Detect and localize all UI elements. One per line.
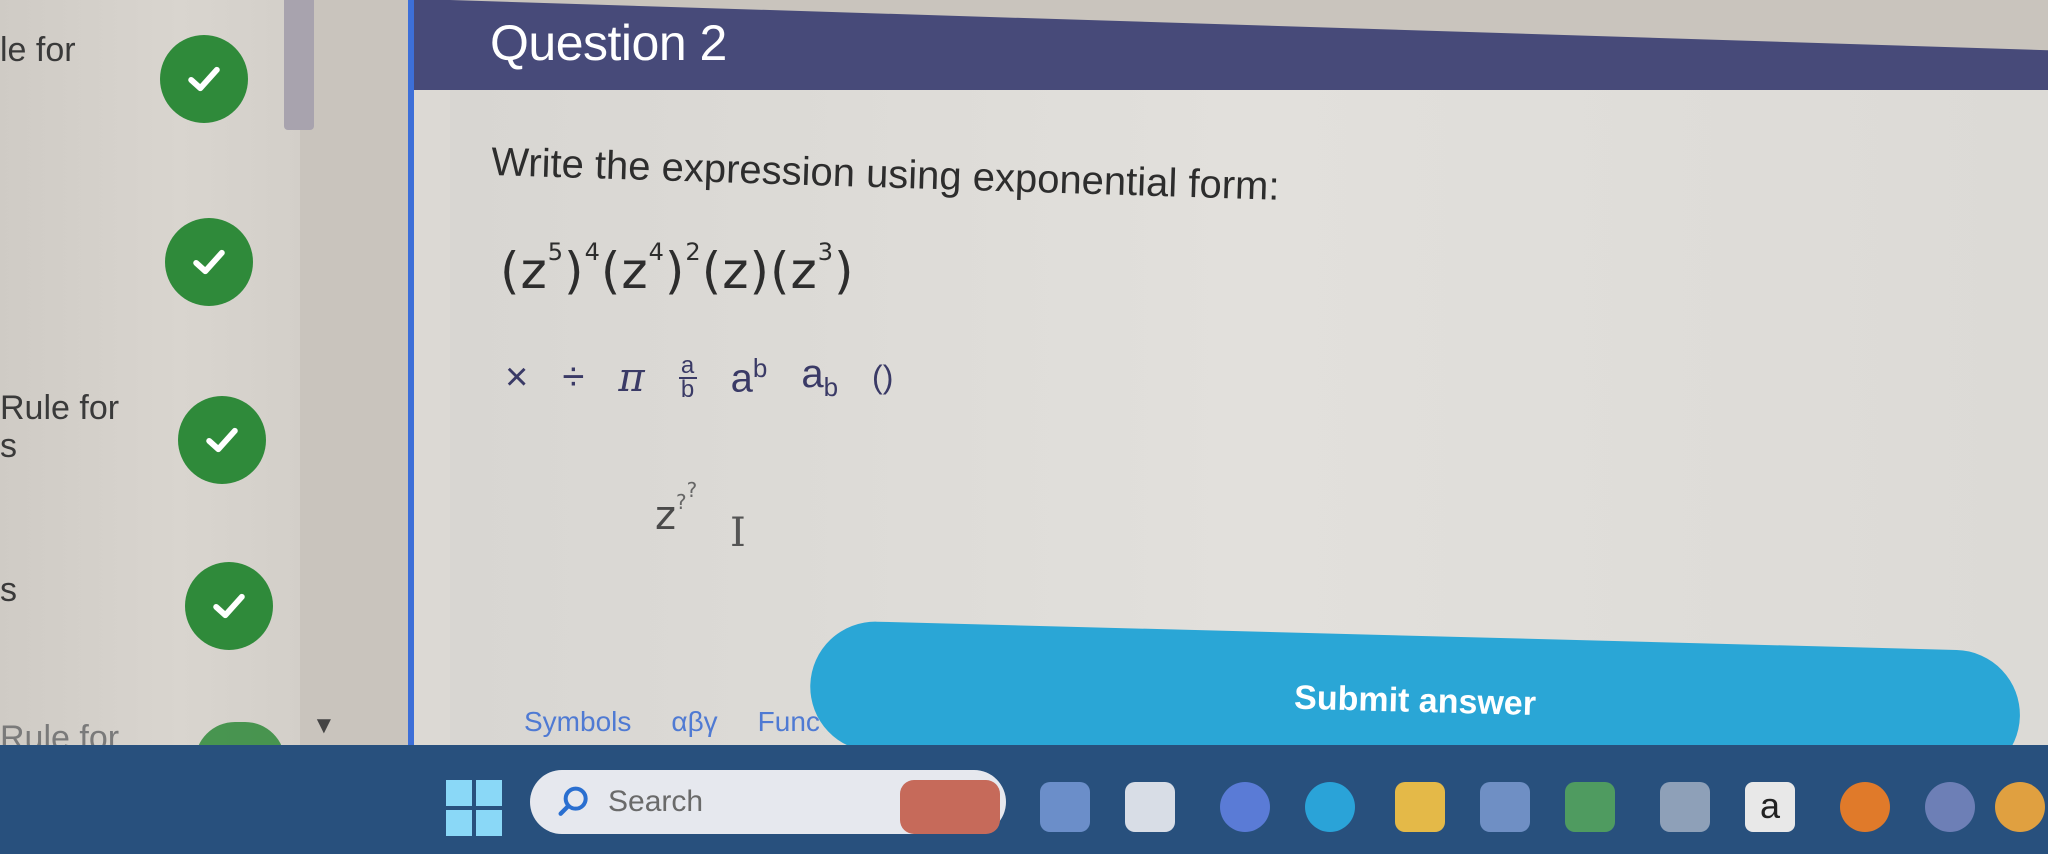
check-icon	[206, 427, 238, 453]
term-exponent: 4	[648, 238, 665, 266]
search-icon	[558, 786, 588, 816]
widget-news-icon[interactable]	[900, 780, 1000, 834]
text-cursor-icon: I	[730, 510, 746, 556]
sidebar-item-4-check[interactable]	[185, 562, 273, 650]
fraction-button[interactable]: a b	[678, 353, 697, 401]
store-icon[interactable]	[1565, 782, 1615, 832]
tab-greek[interactable]: αβγ	[671, 706, 717, 738]
app-a-icon[interactable]: a	[1745, 782, 1795, 832]
term-base: z	[520, 242, 548, 300]
palette-tabs: Symbols αβγ Func	[524, 706, 820, 738]
exponent-placeholder[interactable]: ?	[676, 490, 687, 514]
file-explorer-icon[interactable]	[1395, 782, 1445, 832]
sidebar-item-3-check[interactable]	[178, 396, 266, 484]
sidebar-item-label[interactable]: s	[0, 570, 17, 610]
tab-functions[interactable]: Func	[758, 706, 820, 738]
times-button[interactable]: ×	[505, 355, 528, 400]
math-toolbar: × ÷ π a b ab ab ()	[505, 352, 893, 403]
scroll-down-arrow-icon[interactable]: ▼	[312, 712, 336, 740]
math-expression: (z5)4(z4)2(z)(z3)	[500, 238, 855, 300]
chrome-icon[interactable]	[1995, 782, 2045, 832]
firefox-icon[interactable]	[1840, 782, 1890, 832]
teams-chat-icon[interactable]	[1220, 782, 1270, 832]
header-bar-left	[414, 0, 450, 90]
term-base: z	[722, 242, 750, 300]
link-app-icon[interactable]	[1925, 782, 1975, 832]
stocks-app-icon[interactable]	[1660, 782, 1710, 832]
sidebar-item-label[interactable]: s	[0, 426, 17, 466]
subscript-button[interactable]: ab	[801, 352, 838, 403]
term-base: z	[790, 242, 818, 300]
term-outer-exponent: 4	[584, 238, 601, 266]
exponent-exponent-placeholder[interactable]: ?	[687, 478, 698, 502]
check-icon	[193, 249, 225, 275]
answer-input[interactable]: z??	[655, 478, 697, 539]
mail-icon[interactable]	[1480, 782, 1530, 832]
edge-browser-icon[interactable]	[1305, 782, 1355, 832]
exponent-button[interactable]: ab	[731, 353, 768, 401]
panel-gutter	[414, 0, 450, 745]
sidebar-scrollbar-thumb[interactable]	[284, 0, 314, 130]
check-icon	[213, 593, 245, 619]
page-title: Question 2	[490, 15, 727, 71]
sidebar-item-1-check[interactable]	[160, 35, 248, 123]
sidebar-item-2-check[interactable]	[165, 218, 253, 306]
divide-button[interactable]: ÷	[562, 355, 584, 400]
file-app-icon[interactable]	[1125, 782, 1175, 832]
tab-symbols[interactable]: Symbols	[524, 706, 631, 738]
parentheses-button[interactable]: ()	[872, 359, 893, 396]
copilot-app-icon[interactable]	[1040, 782, 1090, 832]
sidebar-item-label[interactable]: le for	[0, 30, 76, 70]
term-exponent: 5	[547, 238, 565, 266]
taskbar	[0, 745, 2048, 854]
term-outer-exponent: 2	[685, 238, 702, 266]
term-exponent: 3	[817, 238, 834, 266]
term-base: z	[621, 242, 649, 300]
windows-start-icon[interactable]	[446, 780, 502, 836]
check-icon	[188, 66, 220, 92]
sidebar-item-label[interactable]: Rule for	[0, 388, 119, 428]
pi-button[interactable]: π	[618, 355, 644, 401]
